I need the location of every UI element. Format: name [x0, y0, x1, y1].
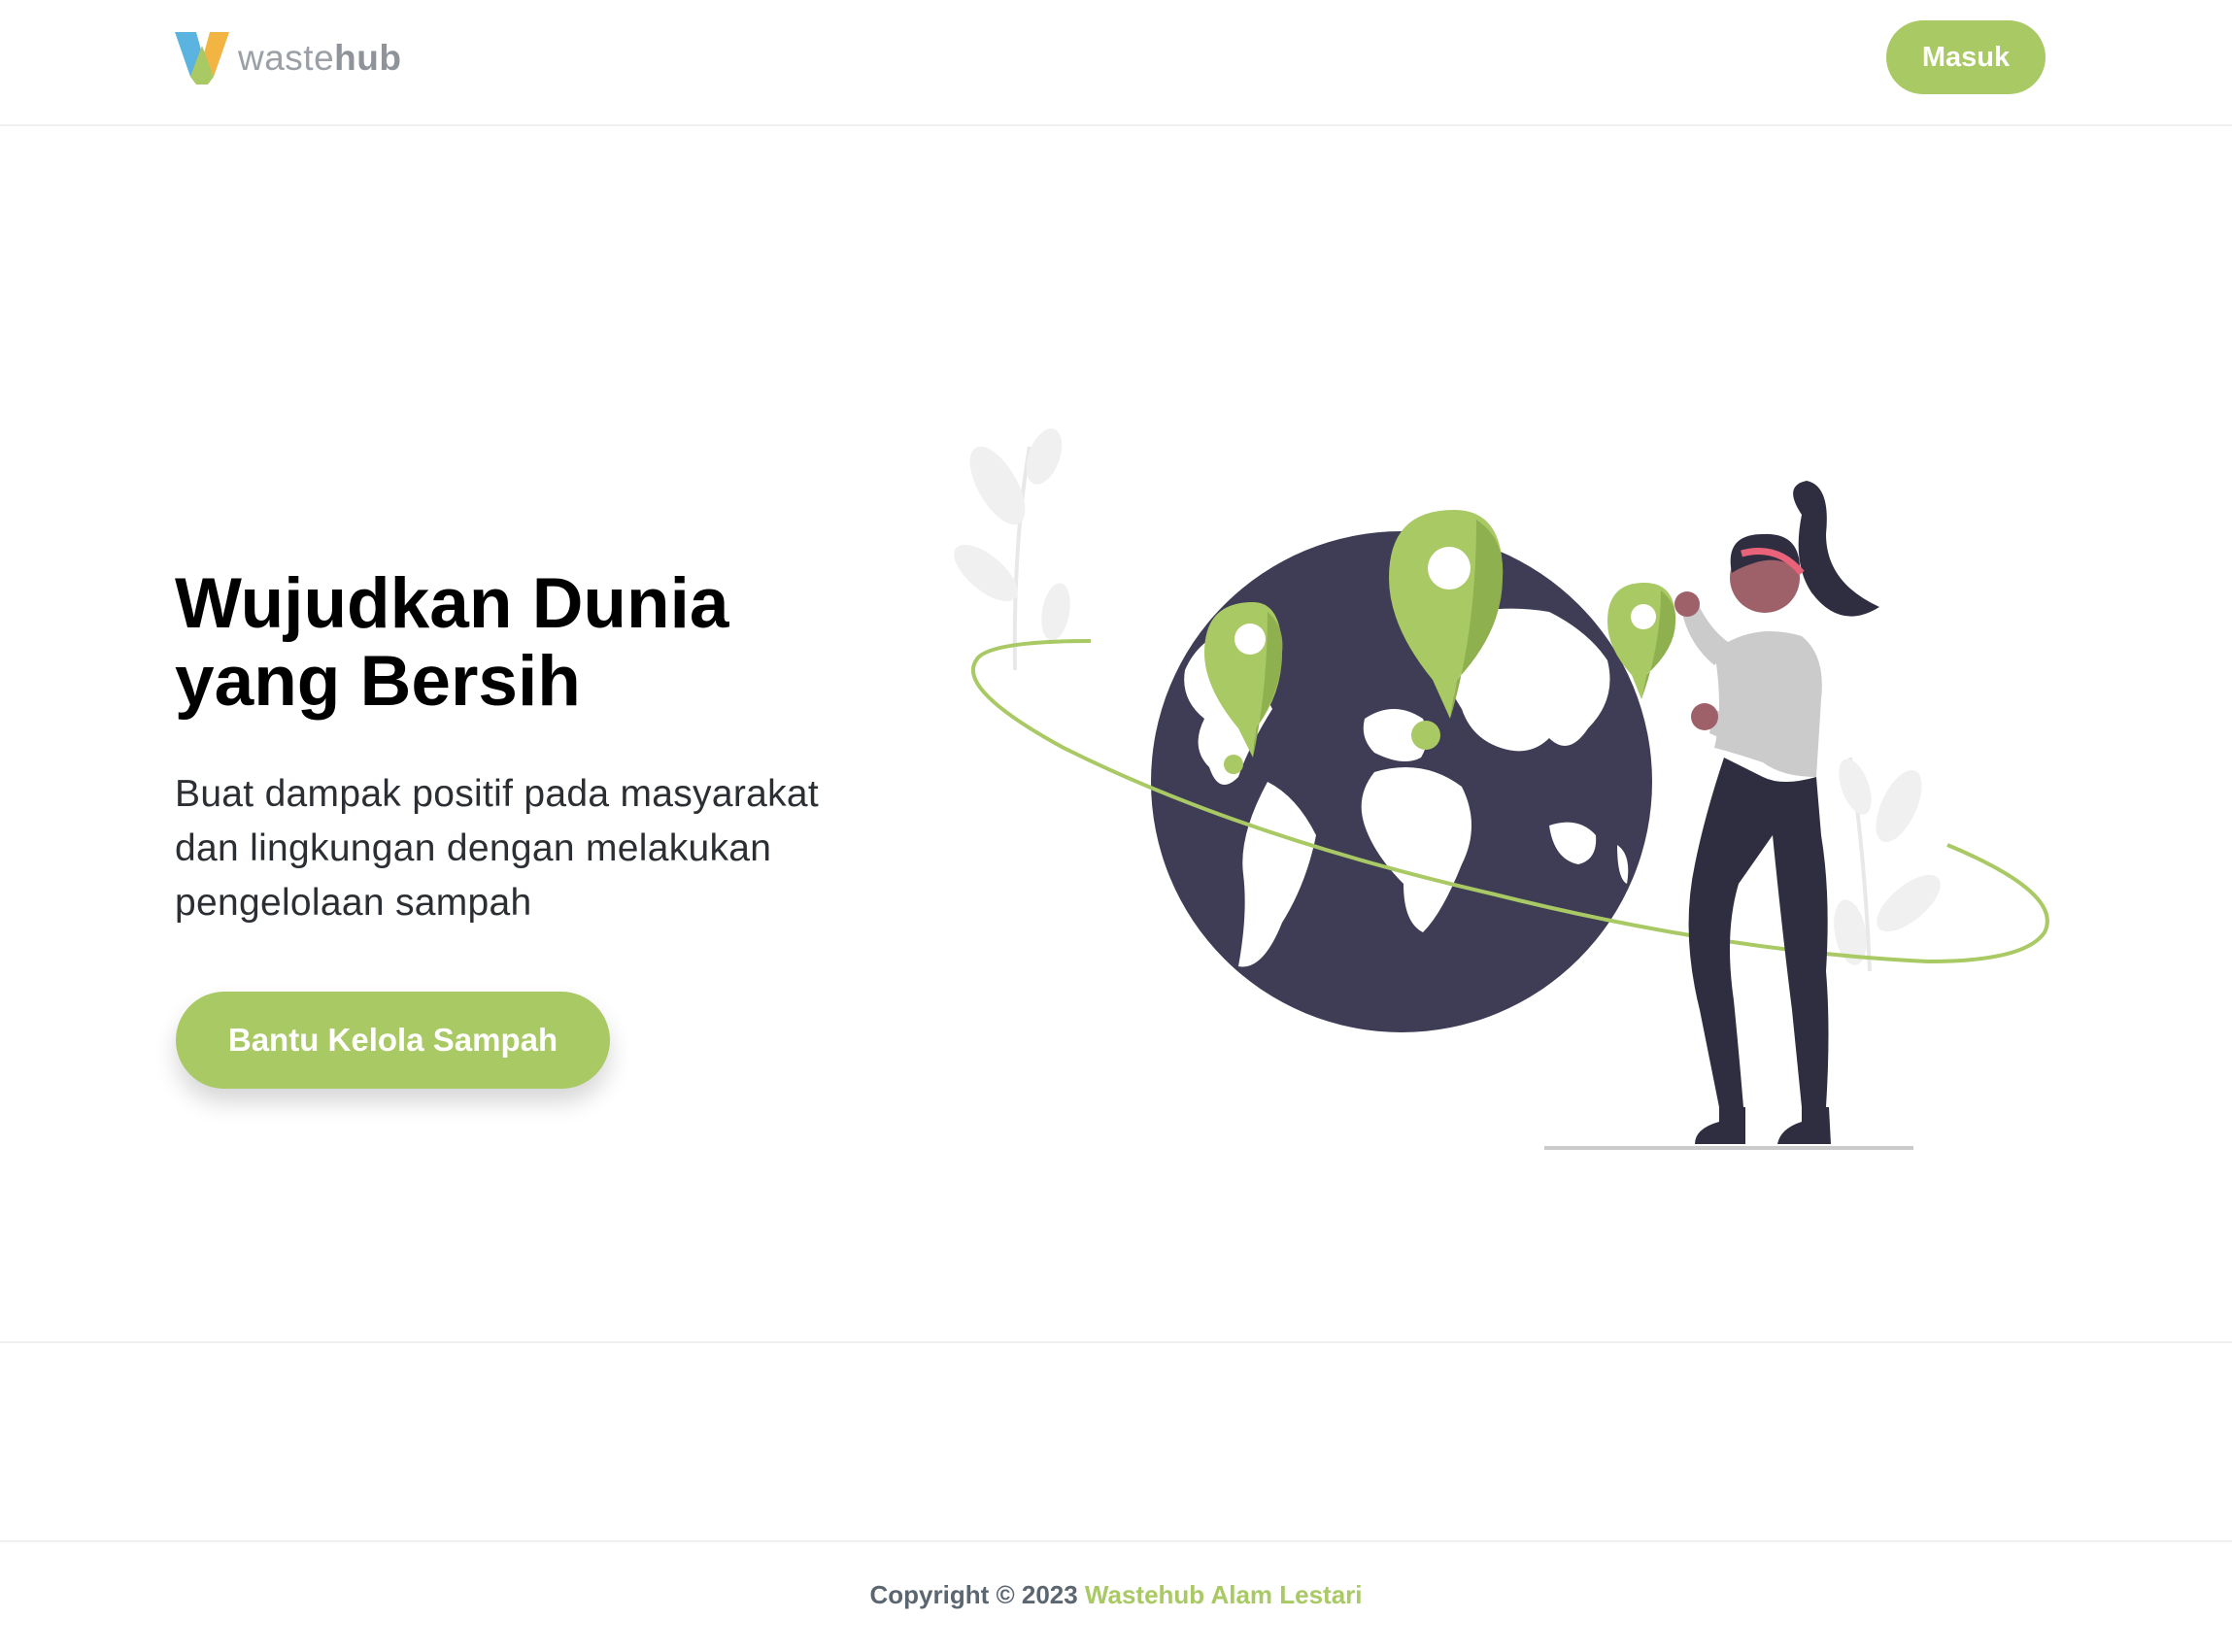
hero-title-line-2: yang Bersih	[175, 642, 581, 721]
hero-title-line-1: Wujudkan Dunia	[175, 564, 729, 643]
wastehub-logo-icon	[175, 32, 229, 84]
leaf-right-decoration	[1834, 757, 1941, 972]
hero-title: Wujudkan Dunia yang Bersih	[175, 565, 913, 721]
help-manage-waste-button[interactable]: Bantu Kelola Sampah	[176, 992, 610, 1089]
copyright-text: Copyright © 2023	[869, 1580, 1085, 1609]
logo-text-light: waste	[238, 38, 335, 78]
woman-figure	[1674, 481, 1879, 1144]
footer-brand-link[interactable]: Wastehub Alam Lestari	[1085, 1580, 1363, 1609]
leaf-left-decoration	[954, 428, 1070, 671]
footer-divider	[0, 1540, 2232, 1542]
navbar: wastehub Masuk	[0, 0, 2232, 126]
hero-subtitle-line-3: pengelolaan sampah	[175, 882, 532, 924]
hero-subtitle-line-1: Buat dampak positif pada masyarakat	[175, 773, 820, 815]
logo-text: wastehub	[238, 38, 401, 79]
login-button[interactable]: Masuk	[1886, 20, 2046, 94]
hero-subtitle-line-2: dan lingkungan dengan melakukan	[175, 827, 772, 869]
footer: Copyright © 2023 Wastehub Alam Lestari	[0, 1580, 2232, 1610]
logo[interactable]: wastehub	[175, 31, 401, 85]
hero-illustration	[954, 428, 2049, 1150]
logo-text-bold: hub	[334, 38, 402, 78]
section-divider	[0, 1341, 2232, 1343]
hero-subtitle: Buat dampak positif pada masyarakat dan …	[175, 767, 952, 930]
